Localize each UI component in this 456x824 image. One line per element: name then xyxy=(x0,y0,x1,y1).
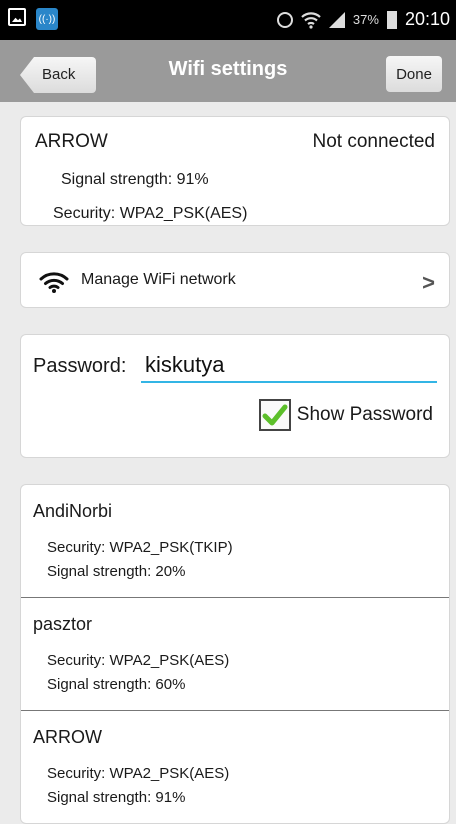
clock: 20:10 xyxy=(404,9,450,29)
gallery-icon xyxy=(8,8,26,26)
done-button[interactable]: Done xyxy=(386,56,442,92)
network-security: Security: WPA2_PSK(TKIP) xyxy=(47,539,233,556)
network-name: AndiNorbi xyxy=(33,501,113,521)
show-password-label: Show Password xyxy=(296,404,433,425)
battery-icon xyxy=(386,10,397,29)
status-bar: ((·)) 37% 20:10 xyxy=(0,0,456,40)
alarm-icon xyxy=(276,11,293,28)
network-item-arrow[interactable]: ARROW Security: WPA2_PSK(AES) Signal str… xyxy=(21,711,449,823)
status-left-icons: ((·)) xyxy=(8,8,58,30)
network-name: ARROW xyxy=(33,727,102,747)
network-item-pasztor[interactable]: pasztor Security: WPA2_PSK(AES) Signal s… xyxy=(21,598,449,710)
current-signal-strength: Signal strength: 91% xyxy=(61,171,209,188)
battery-percent: 37% xyxy=(352,12,379,27)
wifi-status-icon xyxy=(301,11,321,29)
show-password-checkbox[interactable] xyxy=(258,399,291,431)
network-signal: Signal strength: 91% xyxy=(47,789,186,806)
password-card: Password: Show Password xyxy=(20,334,450,458)
action-bar: Back Wifi settings Done xyxy=(0,40,456,102)
network-name: pasztor xyxy=(33,614,93,634)
current-network-card[interactable]: ARROW Not connected Signal strength: 91%… xyxy=(20,116,450,226)
wifi-app-icon: ((·)) xyxy=(36,8,58,30)
network-signal: Signal strength: 20% xyxy=(47,563,186,580)
network-item-andinorbi[interactable]: AndiNorbi Security: WPA2_PSK(TKIP) Signa… xyxy=(21,485,449,597)
current-security: Security: WPA2_PSK(AES) xyxy=(53,205,248,222)
network-signal: Signal strength: 60% xyxy=(47,676,186,693)
connection-status: Not connected xyxy=(312,131,435,152)
signal-icon xyxy=(328,11,345,28)
network-list: AndiNorbi Security: WPA2_PSK(TKIP) Signa… xyxy=(20,484,450,824)
network-security: Security: WPA2_PSK(AES) xyxy=(47,652,230,669)
password-input[interactable] xyxy=(141,349,437,383)
current-network-name: ARROW xyxy=(35,131,108,152)
wifi-icon xyxy=(39,271,69,298)
manage-wifi-button[interactable]: Manage WiFi network > xyxy=(20,252,450,308)
status-right-icons: 37% 20:10 xyxy=(276,9,450,30)
manage-wifi-label: Manage WiFi network xyxy=(81,271,236,288)
network-security: Security: WPA2_PSK(AES) xyxy=(47,765,230,782)
password-label: Password: xyxy=(33,355,127,377)
chevron-right-icon: > xyxy=(422,270,435,295)
show-password-toggle[interactable]: Show Password xyxy=(258,399,433,431)
